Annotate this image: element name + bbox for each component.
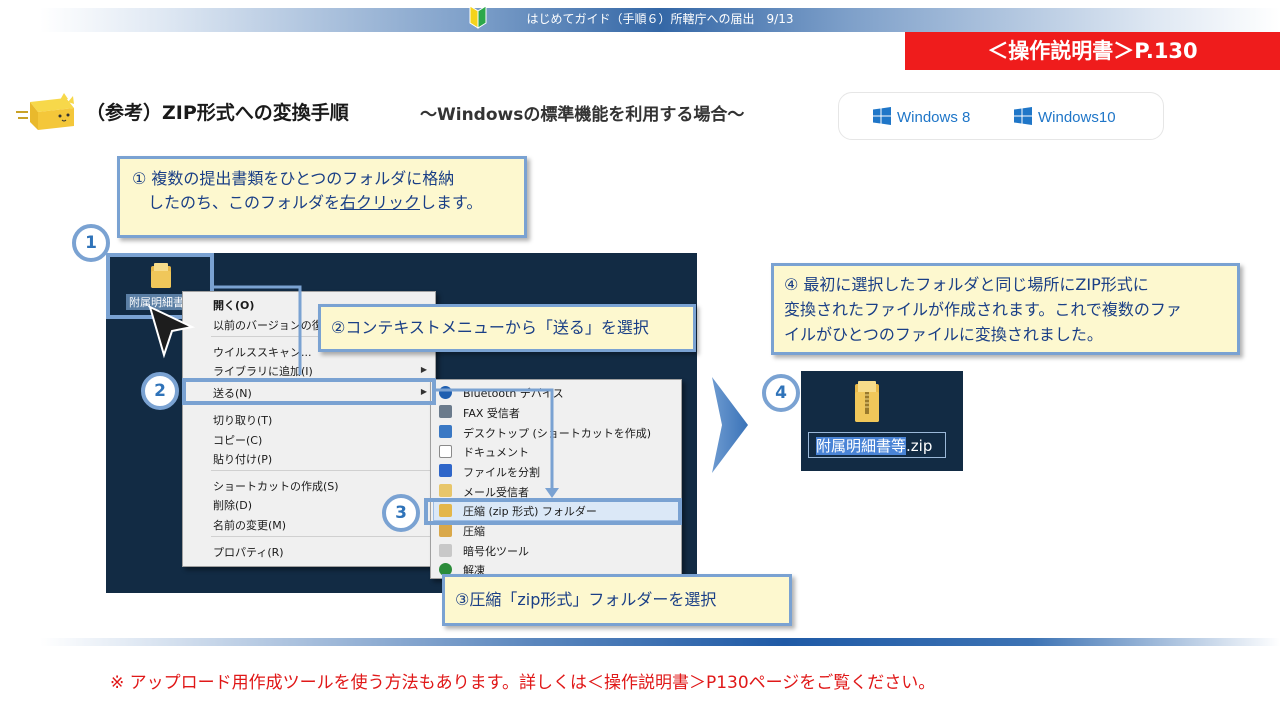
submenu-arrow-icon: ▶ [420,365,427,374]
menu-separator [211,470,431,471]
menu-item-cut[interactable]: 切り取り(T) [213,412,272,428]
menu-item-properties[interactable]: プロパティ(R) [213,544,284,560]
encrypt-icon [439,544,452,557]
menu-item-rename[interactable]: 名前の変更(M) [213,517,286,533]
step3-callout: ③圧縮「zip形式」フォルダーを選択 [442,574,792,626]
zip-filename-field[interactable]: 附属明細書等.zip [816,435,932,456]
step2-callout: ②コンテキストメニューから「送る」を選択 [318,304,696,352]
step1-line2-text: したのち、このフォルダを [148,193,341,212]
windows-logo-icon [873,107,891,125]
mail-icon [439,484,452,497]
step1-line1: ① 複数の提出書類をひとつのフォルダに格納 [132,169,455,188]
menu-item-add-to-library[interactable]: ライブラリに追加(I) [213,363,313,379]
step-number-3: 3 [382,494,420,532]
submenu-item-encrypt[interactable]: 暗号化ツール [463,543,529,559]
os-badge-box: Windows 8 Windows10 [838,92,1164,140]
step4-line1: ④ 最初に選択したフォルダと同じ場所にZIP形式に [784,275,1149,294]
page-title: （参考）ZIP形式への変換手順 [86,102,349,124]
menu-item-open[interactable]: 開く(O) [213,297,254,313]
os-badge-windows10: Windows10 [1014,107,1116,126]
mouse-cursor-icon [148,305,196,359]
manual-reference-banner: ＜操作説明書＞P.130 [905,32,1280,70]
split-file-icon [439,464,452,477]
footer-divider [40,638,1280,646]
step4-line3: イルがひとつのファイルに変換されました。 [784,325,1103,344]
flow-arrow-icon [712,377,748,473]
submenu-item-desktop[interactable]: デスクトップ (ショートカットを作成) [463,425,651,441]
fax-icon [439,405,452,418]
compress-icon [439,524,452,537]
footnote: ※ アップロード用作成ツールを使う方法もあります。詳しくは＜操作説明書＞P130… [110,673,936,693]
menu-item-copy[interactable]: コピー(C) [213,432,262,448]
step1-right-click-text: 右クリック [340,193,421,212]
desktop-icon [439,425,452,438]
step1-line2: したのち、このフォルダを右クリックします。 [130,191,514,215]
beginner-mark-icon [469,5,487,29]
menu-separator [211,536,431,537]
guide-header-band: はじめてガイド（手順６）所轄庁への届出 9/13 [40,8,1280,32]
menu-item-delete[interactable]: 削除(D) [213,497,252,513]
cat-box-mascot-icon [16,93,74,130]
send-to-highlight-box [182,378,436,405]
submenu-item-bluetooth[interactable]: Bluetooth デバイス [463,385,564,401]
submenu-item-documents[interactable]: ドキュメント [463,444,529,460]
page-subtitle: ～Windowsの標準機能を利用する場合～ [420,105,745,125]
menu-item-paste[interactable]: 貼り付け(P) [213,451,272,467]
submenu-item-compress[interactable]: 圧縮 [463,523,485,539]
step4-callout: ④ 最初に選択したフォルダと同じ場所にZIP形式に 変換されたファイルが作成され… [771,263,1240,355]
bluetooth-icon [439,386,452,399]
os-badge-label: Windows 8 [897,109,971,126]
menu-item-create-shortcut[interactable]: ショートカットの作成(S) [213,478,339,494]
zip-folder-highlight-box [424,498,682,525]
step4-line2: 変換されたファイルが作成されます。これで複数のファ [784,300,1182,319]
windows-logo-icon [1014,107,1032,125]
menu-item-virus-scan[interactable]: ウイルススキャン... [213,344,312,360]
submenu-item-fax[interactable]: FAX 受信者 [463,405,520,421]
step1-line2-end: します。 [420,193,483,212]
send-to-submenu: Bluetooth デバイス FAX 受信者 デスクトップ (ショートカットを作… [430,379,682,579]
zip-filename-selected: 附属明細書等 [816,437,907,455]
os-badge-label: Windows10 [1038,109,1116,126]
step1-callout: ① 複数の提出書類をひとつのフォルダに格納 したのち、このフォルダを右クリックし… [117,156,527,238]
guide-title: はじめてガイド（手順６）所轄庁への届出 9/13 [526,12,794,26]
submenu-item-split-file[interactable]: ファイルを分割 [463,464,540,480]
zip-file-extension: .zip [906,437,933,455]
step-number-1: 1 [72,224,110,262]
os-badge-windows8: Windows 8 [873,107,970,126]
document-icon [439,445,452,458]
step-number-4: 4 [762,374,800,412]
zip-folder-icon [855,381,879,422]
step-number-2: 2 [141,372,179,410]
